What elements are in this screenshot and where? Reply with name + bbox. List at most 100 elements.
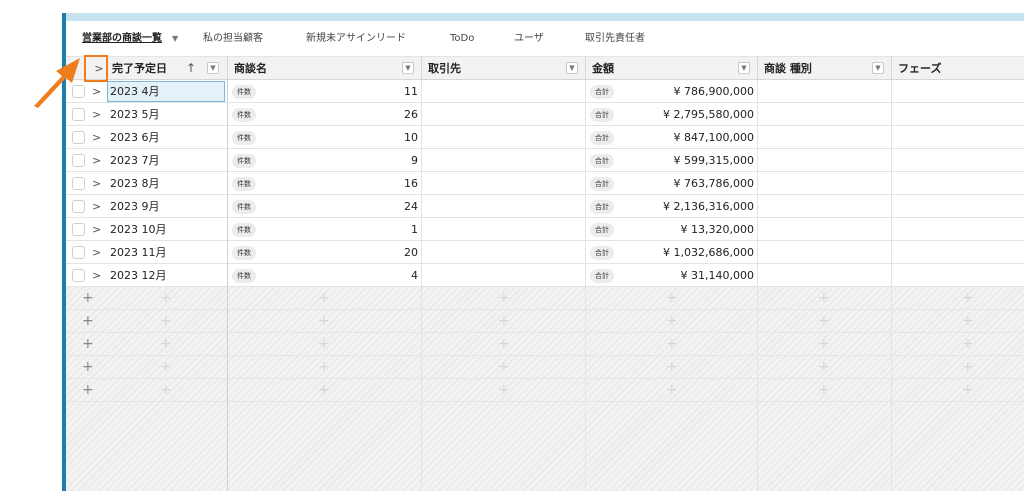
count-value: 16	[404, 177, 418, 190]
count-badge: 件数	[232, 223, 256, 237]
amount-value: ¥ 599,315,000	[673, 154, 754, 167]
total-badge: 合計	[590, 85, 614, 99]
plus-icon: +	[666, 290, 678, 306]
plus-icon: +	[160, 290, 172, 306]
close-date-cell[interactable]: 2023 5月	[110, 103, 160, 126]
tab-label: ユーザ	[514, 33, 544, 44]
table-row[interactable]: > 2023 9月 件数 24 合計 ¥ 2,136,316,000	[66, 195, 1024, 218]
row-checkbox[interactable]	[72, 177, 85, 190]
annotation-arrow-icon	[34, 58, 80, 108]
chevron-down-icon[interactable]: ▼	[207, 62, 219, 74]
chevron-down-icon[interactable]: ▼	[402, 62, 414, 74]
add-row[interactable]: + + + + + + +	[66, 379, 1024, 402]
row-checkbox[interactable]	[72, 108, 85, 121]
column-close-date[interactable]: 完了予定日 ↑ ▼	[108, 57, 228, 80]
tab-users[interactable]: ユーザ	[514, 21, 544, 57]
close-date-cell[interactable]: 2023 9月	[110, 195, 160, 218]
plus-icon: +	[666, 359, 678, 375]
plus-icon[interactable]: +	[82, 379, 94, 402]
count-value: 9	[411, 154, 418, 167]
tab-todo[interactable]: ToDo	[450, 21, 474, 57]
count-badge: 件数	[232, 177, 256, 191]
add-row[interactable]: + + + + + + +	[66, 333, 1024, 356]
tab-contacts[interactable]: 取引先責任者	[585, 21, 645, 57]
close-date-cell[interactable]: 2023 7月	[110, 149, 160, 172]
plus-icon: +	[318, 290, 330, 306]
view-tabs: 営業部の商談一覧 ▼ 私の担当顧客 新規未アサインリード ToDo ユーザ 取引先…	[66, 21, 1024, 57]
close-date-cell[interactable]: 2023 10月	[110, 218, 167, 241]
table-row[interactable]: > 2023 10月 件数 1 合計 ¥ 13,320,000	[66, 218, 1024, 241]
amount-value: ¥ 31,140,000	[680, 269, 754, 282]
total-badge: 合計	[590, 246, 614, 260]
chevron-right-icon[interactable]: >	[92, 264, 101, 287]
tab-label: 私の担当顧客	[203, 33, 263, 44]
total-badge: 合計	[590, 108, 614, 122]
chevron-right-icon[interactable]: >	[92, 195, 101, 218]
sort-ascending-icon[interactable]: ↑	[186, 57, 196, 80]
chevron-down-icon[interactable]: ▼	[172, 21, 178, 57]
count-value: 20	[404, 246, 418, 259]
column-account[interactable]: 取引先 ▼	[422, 57, 586, 80]
amount-value: ¥ 847,100,000	[673, 131, 754, 144]
tab-unassigned-leads[interactable]: 新規未アサインリード	[306, 21, 406, 57]
window-top-bar	[62, 13, 1024, 21]
tab-sales-opportunities[interactable]: 営業部の商談一覧 ▼	[82, 21, 178, 57]
chevron-right-icon[interactable]: >	[92, 149, 101, 172]
chevron-down-icon[interactable]: ▼	[872, 62, 884, 74]
chevron-down-icon[interactable]: ▼	[738, 62, 750, 74]
count-badge: 件数	[232, 269, 256, 283]
close-date-cell[interactable]: 2023 11月	[110, 241, 167, 264]
total-badge: 合計	[590, 223, 614, 237]
plus-icon[interactable]: +	[82, 333, 94, 356]
close-date-cell[interactable]: 2023 8月	[110, 172, 160, 195]
plus-icon[interactable]: +	[82, 310, 94, 333]
add-row[interactable]: + + + + + + +	[66, 310, 1024, 333]
plus-icon: +	[160, 359, 172, 375]
table-row[interactable]: > 2023 4月 件数 11 合計 ¥ 786,900,000	[66, 80, 1024, 103]
amount-value: ¥ 13,320,000	[680, 223, 754, 236]
column-label: フェーズ	[898, 62, 942, 75]
column-opportunity-name[interactable]: 商談名 ▼	[228, 57, 422, 80]
close-date-cell[interactable]: 2023 4月	[107, 81, 225, 102]
table-row[interactable]: > 2023 7月 件数 9 合計 ¥ 599,315,000	[66, 149, 1024, 172]
plus-icon: +	[818, 290, 830, 306]
column-opportunity-type[interactable]: 商談 種別 ▼	[758, 57, 892, 80]
row-checkbox[interactable]	[72, 223, 85, 236]
plus-icon: +	[160, 382, 172, 398]
column-divider	[421, 80, 422, 491]
tab-label: 新規未アサインリード	[306, 33, 406, 44]
row-checkbox[interactable]	[72, 269, 85, 282]
chevron-right-icon[interactable]: >	[92, 241, 101, 264]
column-amount[interactable]: 金額 ▼	[586, 57, 758, 80]
plus-icon: +	[160, 313, 172, 329]
row-checkbox[interactable]	[72, 200, 85, 213]
row-checkbox[interactable]	[72, 154, 85, 167]
plus-icon: +	[666, 313, 678, 329]
plus-icon: +	[962, 290, 974, 306]
close-date-cell[interactable]: 2023 6月	[110, 126, 160, 149]
row-checkbox[interactable]	[72, 131, 85, 144]
chevron-right-icon[interactable]: >	[92, 218, 101, 241]
chevron-right-icon[interactable]: >	[92, 103, 101, 126]
table-row[interactable]: > 2023 12月 件数 4 合計 ¥ 31,140,000	[66, 264, 1024, 287]
plus-icon: +	[318, 313, 330, 329]
table-row[interactable]: > 2023 6月 件数 10 合計 ¥ 847,100,000	[66, 126, 1024, 149]
close-date-cell[interactable]: 2023 12月	[110, 264, 167, 287]
plus-icon[interactable]: +	[82, 356, 94, 379]
table-row[interactable]: > 2023 11月 件数 20 合計 ¥ 1,032,686,000	[66, 241, 1024, 264]
add-row[interactable]: + + + + + + +	[66, 356, 1024, 379]
tab-my-customers[interactable]: 私の担当顧客	[203, 21, 263, 57]
table-row[interactable]: > 2023 8月 件数 16 合計 ¥ 763,786,000	[66, 172, 1024, 195]
column-phase[interactable]: フェーズ	[892, 57, 1024, 80]
table-row[interactable]: > 2023 5月 件数 26 合計 ¥ 2,795,580,000	[66, 103, 1024, 126]
row-checkbox[interactable]	[72, 246, 85, 259]
amount-value: ¥ 2,795,580,000	[663, 108, 754, 121]
add-row[interactable]: + + + + + + +	[66, 287, 1024, 310]
chevron-right-icon[interactable]: >	[92, 126, 101, 149]
plus-icon[interactable]: +	[82, 287, 94, 310]
tab-label: 取引先責任者	[585, 33, 645, 44]
tab-label: 営業部の商談一覧	[82, 33, 162, 44]
chevron-right-icon[interactable]: >	[92, 172, 101, 195]
chevron-down-icon[interactable]: ▼	[566, 62, 578, 74]
chevron-right-icon[interactable]: >	[92, 80, 101, 103]
